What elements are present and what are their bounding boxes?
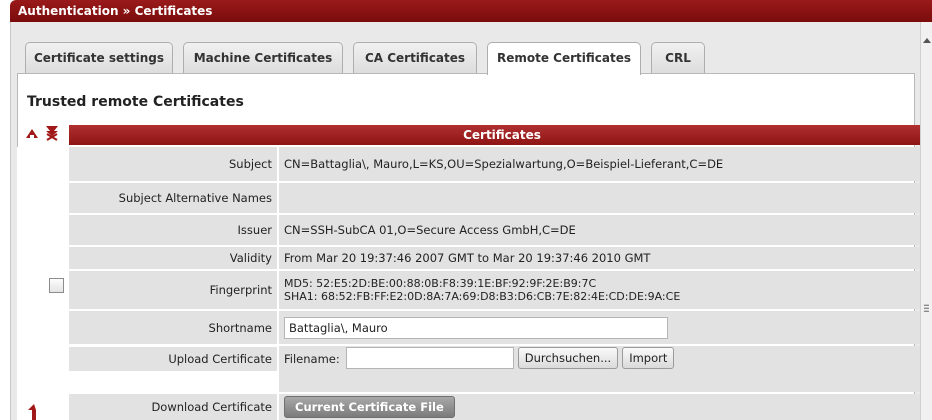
- delete-row-icon[interactable]: [44, 124, 60, 145]
- fingerprint-row: Fingerprint MD5: 52:E5:2D:BE:00:88:0B:F8…: [69, 271, 932, 309]
- import-button[interactable]: Import: [622, 347, 675, 369]
- download-cell: Current Certificate File: [279, 394, 932, 420]
- validity-value: From Mar 20 19:37:46 2007 GMT to Mar 20 …: [279, 247, 932, 269]
- validity-label: Validity: [69, 247, 277, 269]
- scroll-up-arrow-icon[interactable]: [923, 38, 931, 43]
- breadcrumb: Authentication » Certificates: [18, 4, 213, 18]
- issuer-row: Issuer CN=SSH-SubCA 01,O=Secure Access G…: [69, 215, 932, 245]
- add-row-icon[interactable]: [24, 126, 40, 145]
- download-row: Download Certificate Current Certificate…: [69, 394, 932, 420]
- tab-certificate-settings[interactable]: Certificate settings: [25, 42, 173, 74]
- move-row-icon[interactable]: [26, 402, 40, 420]
- upload-label: Upload Certificate: [69, 347, 277, 371]
- shortname-input[interactable]: [284, 316, 668, 339]
- fingerprint-value: MD5: 52:E5:2D:BE:00:88:0B:F8:39:1E:BF:92…: [279, 271, 932, 309]
- filename-input[interactable]: [345, 347, 514, 369]
- row-select-checkbox[interactable]: [49, 278, 64, 293]
- certificates-table-header: Certificates: [69, 125, 932, 145]
- san-row: Subject Alternative Names: [69, 183, 932, 213]
- vertical-scrollbar[interactable]: ━ ━ ━: [920, 22, 932, 420]
- fingerprint-label: Fingerprint: [69, 271, 277, 309]
- san-label: Subject Alternative Names: [69, 183, 277, 213]
- subject-row: Subject CN=Battaglia\, Mauro,L=KS,OU=Spe…: [69, 147, 932, 181]
- shortname-cell: [279, 311, 932, 344]
- tab-crl[interactable]: CRL: [651, 42, 705, 74]
- tab-ca-certificates[interactable]: CA Certificates: [353, 42, 477, 74]
- browse-button[interactable]: Durchsuchen...: [517, 347, 619, 369]
- issuer-label: Issuer: [69, 215, 277, 245]
- section-title: Trusted remote Certificates: [27, 94, 244, 110]
- scroll-grip-icon: ━ ━ ━: [924, 301, 929, 316]
- tab-machine-certificates[interactable]: Machine Certificates: [183, 42, 343, 74]
- upload-row: Upload Certificate Filename: Durchsuchen…: [69, 346, 932, 392]
- title-bar: Authentication » Certificates: [10, 0, 932, 22]
- fingerprint-sha1: SHA1: 68:52:FB:FF:E2:0D:8A:7A:69:D8:B3:D…: [284, 290, 681, 303]
- subject-value: CN=Battaglia\, Mauro,L=KS,OU=Spezialwart…: [279, 147, 932, 181]
- issuer-value: CN=SSH-SubCA 01,O=Secure Access GmbH,C=D…: [279, 215, 932, 245]
- san-value: [279, 183, 932, 213]
- download-certificate-button[interactable]: Current Certificate File: [284, 396, 455, 418]
- validity-row: Validity From Mar 20 19:37:46 2007 GMT t…: [69, 247, 932, 269]
- subject-label: Subject: [69, 147, 277, 181]
- download-label: Download Certificate: [69, 394, 277, 420]
- fingerprint-md5: MD5: 52:E5:2D:BE:00:88:0B:F8:39:1E:BF:92…: [284, 277, 597, 290]
- shortname-label: Shortname: [69, 311, 277, 344]
- filename-label: Filename:: [284, 352, 340, 366]
- tab-remote-certificates[interactable]: Remote Certificates: [487, 42, 641, 75]
- upload-cell: Filename: Durchsuchen... Import: [279, 346, 932, 392]
- shortname-row: Shortname: [69, 311, 932, 344]
